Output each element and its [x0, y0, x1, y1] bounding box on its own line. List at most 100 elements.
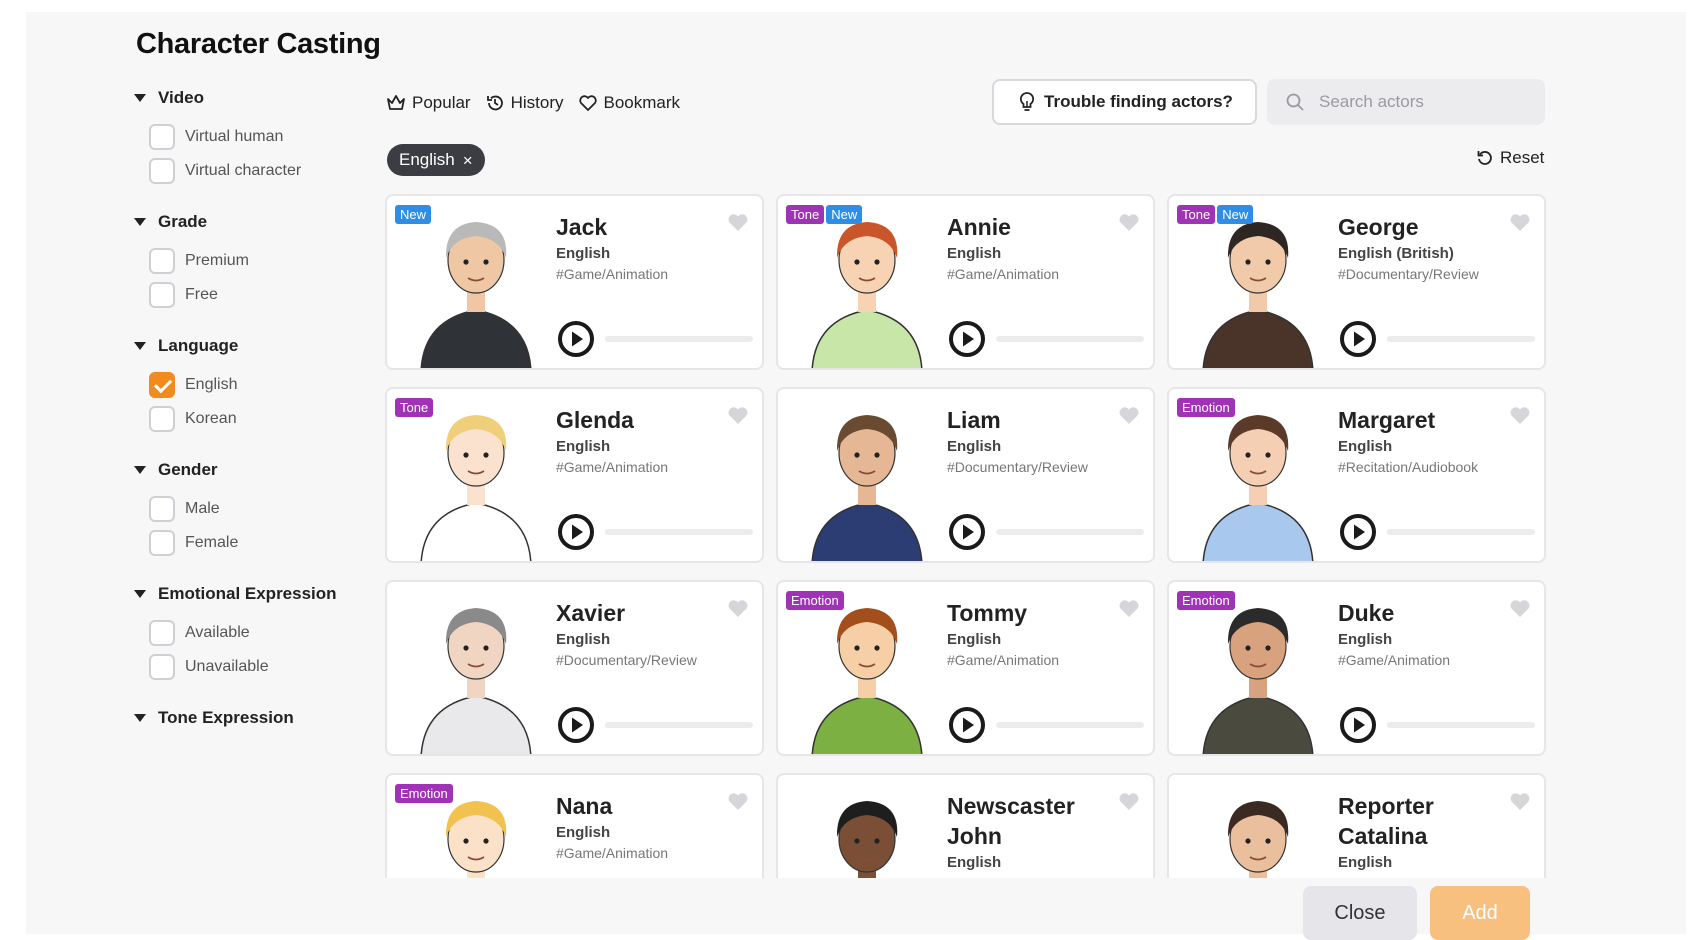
- bookmark-heart-icon[interactable]: [1118, 405, 1140, 425]
- actor-grid-viewport[interactable]: New Jack English #Game/Animation Tone New Anni…: [385, 194, 1548, 878]
- filter-option[interactable]: Premium: [134, 244, 354, 278]
- play-icon[interactable]: [557, 513, 595, 551]
- add-button[interactable]: Add: [1430, 886, 1530, 940]
- actor-card[interactable]: Newscaster John English #Reporter/Announce…: [776, 773, 1155, 878]
- actor-card[interactable]: Xavier English #Documentary/Review: [385, 580, 764, 756]
- filter-option[interactable]: Female: [134, 526, 354, 560]
- filter-group-header[interactable]: Grade: [134, 210, 354, 234]
- close-button[interactable]: Close: [1303, 886, 1417, 940]
- bookmark-heart-icon[interactable]: [1118, 212, 1140, 232]
- actor-card[interactable]: Emotion Nana English #Game/Animation: [385, 773, 764, 878]
- play-icon[interactable]: [948, 513, 986, 551]
- caret-down-icon: [134, 218, 146, 226]
- filter-group-header[interactable]: Emotional Expression: [134, 582, 354, 606]
- audio-progress-bar[interactable]: [1387, 722, 1535, 728]
- actor-card[interactable]: Tone Glenda English #Game/Animation: [385, 387, 764, 563]
- trouble-finding-actors-button[interactable]: Trouble finding actors?: [992, 79, 1257, 125]
- bookmark-heart-icon[interactable]: [1118, 598, 1140, 618]
- filter-checkbox[interactable]: [149, 406, 175, 432]
- actor-card[interactable]: New Jack English #Game/Animation: [385, 194, 764, 370]
- actor-card[interactable]: Emotion Margaret English #Recitation/Audiob…: [1167, 387, 1546, 563]
- bookmark-heart-icon[interactable]: [727, 598, 749, 618]
- actor-tag: #Game/Animation: [947, 266, 1060, 282]
- filter-option[interactable]: Free: [134, 278, 354, 312]
- actor-tag: #Game/Animation: [556, 266, 669, 282]
- filter-group: Language English Korean: [134, 334, 354, 436]
- bookmark-heart-icon[interactable]: [727, 212, 749, 232]
- bookmark-heart-icon[interactable]: [1509, 598, 1531, 618]
- actor-card[interactable]: Tone New George English (British) #Documenta…: [1167, 194, 1546, 370]
- filter-option[interactable]: Virtual character: [134, 154, 354, 188]
- bookmark-heart-icon[interactable]: [727, 791, 749, 811]
- actor-name: Annie: [947, 214, 1011, 240]
- actor-tag: #Recitation/Audiobook: [1338, 459, 1479, 475]
- filter-option[interactable]: Unavailable: [134, 650, 354, 684]
- audio-progress-bar[interactable]: [996, 529, 1144, 535]
- popular-tab[interactable]: Popular: [386, 88, 471, 118]
- filter-checkbox[interactable]: [149, 124, 175, 150]
- actor-card[interactable]: Reporter Catalina English #Reporter/Announ…: [1167, 773, 1546, 878]
- badge-group: Tone: [395, 398, 434, 417]
- audio-progress-bar[interactable]: [605, 336, 753, 342]
- actor-card[interactable]: Tone New Annie English #Game/Animation: [776, 194, 1155, 370]
- bookmark-heart-icon[interactable]: [1509, 212, 1531, 232]
- audio-progress-bar[interactable]: [605, 722, 753, 728]
- filter-option[interactable]: Male: [134, 492, 354, 526]
- filter-group-header[interactable]: Gender: [134, 458, 354, 482]
- search-input[interactable]: [1319, 92, 1539, 112]
- filter-group-header[interactable]: Video: [134, 86, 354, 110]
- filter-option[interactable]: Virtual human: [134, 120, 354, 154]
- bookmark-heart-icon[interactable]: [1118, 791, 1140, 811]
- filter-option[interactable]: Available: [134, 616, 354, 650]
- filter-checkbox[interactable]: [149, 158, 175, 184]
- filter-group: Gender Male Female: [134, 458, 354, 560]
- filter-group-header[interactable]: Language: [134, 334, 354, 358]
- play-icon[interactable]: [557, 320, 595, 358]
- audio-progress-bar[interactable]: [996, 336, 1144, 342]
- history-tab[interactable]: History: [485, 88, 564, 118]
- actor-language: English: [1338, 631, 1393, 648]
- play-icon[interactable]: [948, 706, 986, 744]
- actor-card[interactable]: Emotion Tommy English #Game/Animation: [776, 580, 1155, 756]
- actor-card[interactable]: Liam English #Documentary/Review: [776, 387, 1155, 563]
- tone-badge: Tone: [1177, 205, 1216, 224]
- actor-card[interactable]: Emotion Duke English #Game/Animation: [1167, 580, 1546, 756]
- actor-name: George: [1338, 214, 1419, 240]
- lightbulb-icon: [1019, 92, 1035, 111]
- filter-option[interactable]: Korean: [134, 402, 354, 436]
- actor-info: Newscaster John English #Reporter/Announce…: [947, 791, 1112, 878]
- list-toolbar: Popular History Bookmark: [386, 88, 680, 118]
- play-icon[interactable]: [948, 320, 986, 358]
- filter-checkbox[interactable]: [149, 282, 175, 308]
- chip-remove-icon[interactable]: ×: [463, 152, 473, 169]
- play-icon[interactable]: [1339, 513, 1377, 551]
- reset-button[interactable]: Reset: [1476, 148, 1544, 168]
- bookmark-tab[interactable]: Bookmark: [578, 88, 681, 118]
- badge-group: Tone New: [786, 205, 863, 224]
- filter-checkbox[interactable]: [149, 654, 175, 680]
- bookmark-label: Bookmark: [603, 93, 681, 112]
- filter-checkbox[interactable]: [149, 372, 175, 398]
- play-icon[interactable]: [1339, 706, 1377, 744]
- bookmark-heart-icon[interactable]: [1509, 791, 1531, 811]
- filter-checkbox[interactable]: [149, 496, 175, 522]
- play-icon[interactable]: [557, 706, 595, 744]
- history-icon: [486, 95, 503, 111]
- actor-avatar: [1202, 415, 1314, 561]
- audio-progress-bar[interactable]: [1387, 529, 1535, 535]
- actor-name: Newscaster John: [947, 793, 1075, 849]
- history-label: History: [510, 93, 564, 112]
- filter-group-header[interactable]: Tone Expression: [134, 706, 354, 730]
- bookmark-heart-icon[interactable]: [727, 405, 749, 425]
- audio-progress-bar[interactable]: [996, 722, 1144, 728]
- filter-checkbox[interactable]: [149, 530, 175, 556]
- actor-grid: New Jack English #Game/Animation Tone New Anni…: [385, 194, 1548, 878]
- audio-progress-bar[interactable]: [1387, 336, 1535, 342]
- filter-checkbox[interactable]: [149, 248, 175, 274]
- play-icon[interactable]: [1339, 320, 1377, 358]
- filter-checkbox[interactable]: [149, 620, 175, 646]
- bookmark-heart-icon[interactable]: [1509, 405, 1531, 425]
- audio-progress-bar[interactable]: [605, 529, 753, 535]
- actor-info: Jack English #Game/Animation: [556, 212, 721, 284]
- filter-option[interactable]: English: [134, 368, 354, 402]
